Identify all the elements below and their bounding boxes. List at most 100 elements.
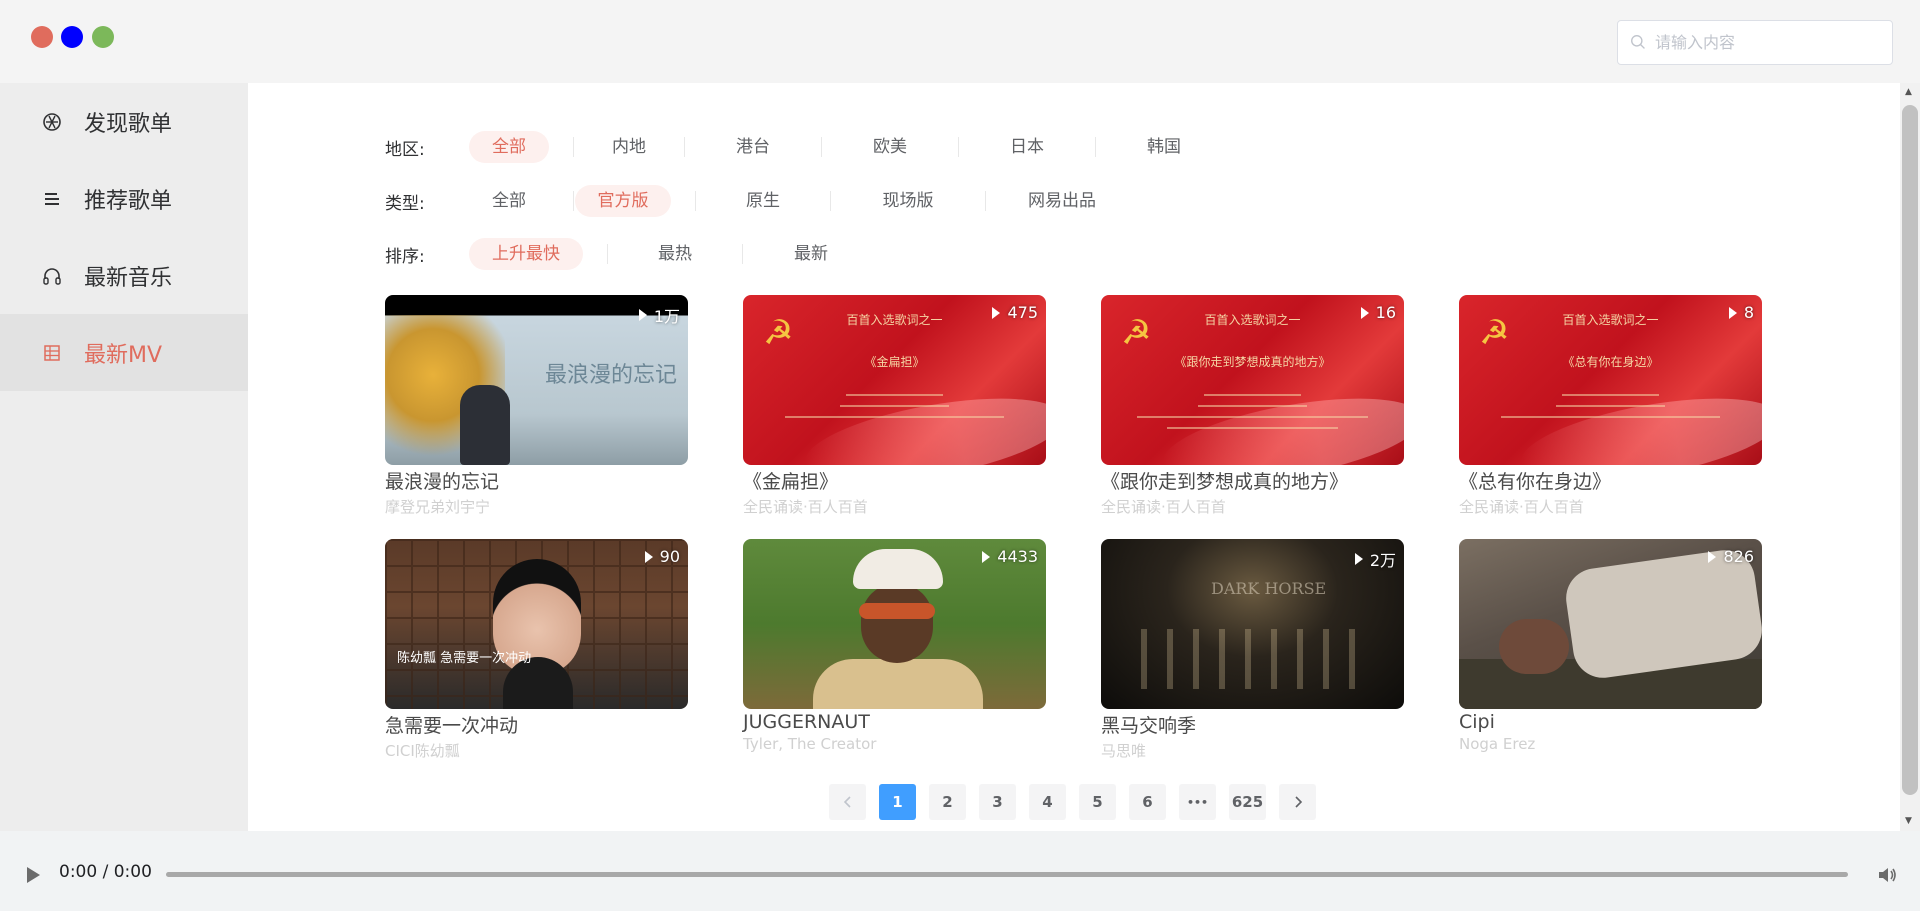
filter-type-option[interactable]: 全部 xyxy=(469,185,549,217)
sidebar-item-new-music[interactable]: 最新音乐 xyxy=(0,237,248,314)
mv-title[interactable]: 《金扁担》 xyxy=(743,467,1046,494)
mv-title[interactable]: Cipi xyxy=(1459,711,1762,733)
mv-card[interactable]: 最浪漫的忘记 1万 最浪漫的忘记 摩登兄弟刘宇宁 xyxy=(385,295,688,517)
filter-area-option[interactable]: 内地 xyxy=(574,131,684,163)
play-icon xyxy=(638,309,647,321)
mv-thumbnail[interactable]: DARK HORSE 2万 xyxy=(1101,539,1404,709)
main-content: 地区: 全部 内地 港台 欧美 日本 韩国 类型: 全部 官方版 原生 现场版 … xyxy=(248,83,1900,831)
volume-icon[interactable] xyxy=(1876,864,1898,886)
search-icon xyxy=(1631,35,1645,49)
mv-title[interactable]: JUGGERNAUT xyxy=(743,711,1046,733)
text-lines xyxy=(773,385,1016,427)
play-count-value: 2万 xyxy=(1369,551,1396,570)
sidebar-item-discover-playlists[interactable]: 发现歌单 xyxy=(0,83,248,160)
mv-title[interactable]: 急需要一次冲动 xyxy=(385,711,688,738)
sidebar-item-new-mv[interactable]: 最新MV xyxy=(0,314,248,391)
play-icon xyxy=(1728,306,1737,319)
filter-order-option[interactable]: 最热 xyxy=(608,238,742,270)
mv-card[interactable]: DARK HORSE 2万 黑马交响季 马思唯 xyxy=(1101,539,1404,761)
filter-type-option[interactable]: 现场版 xyxy=(831,185,985,217)
mv-thumbnail[interactable]: ☭ 百首入选歌词之一 《跟你走到梦想成真的地方》 16 xyxy=(1101,295,1404,465)
search-input[interactable] xyxy=(1655,33,1875,52)
filter-type-option[interactable]: 官方版 xyxy=(575,185,671,217)
next-page-button[interactable] xyxy=(1279,784,1316,820)
scroll-down-icon[interactable]: ▼ xyxy=(1905,816,1912,826)
glasses-shape xyxy=(859,603,935,619)
prev-page-button[interactable] xyxy=(829,784,866,820)
list-icon xyxy=(42,189,62,209)
mv-title[interactable]: 《跟你走到梦想成真的地方》 xyxy=(1101,467,1404,494)
mv-artist[interactable]: Tyler, The Creator xyxy=(743,735,1046,753)
filter-type-option[interactable]: 原生 xyxy=(696,185,830,217)
play-icon xyxy=(1360,306,1369,319)
window-minimize-button[interactable] xyxy=(61,26,83,48)
thumbnail-caption: 陈幼瓢 急需要一次冲动 xyxy=(397,651,532,666)
filter-area-option[interactable]: 港台 xyxy=(685,131,821,163)
mv-artist[interactable]: 全民诵读·百人百首 xyxy=(743,496,1046,517)
window-close-button[interactable] xyxy=(31,26,53,48)
chevron-right-icon xyxy=(1294,796,1302,808)
play-count: 475 xyxy=(992,303,1038,322)
sidebar-item-recommended-playlists[interactable]: 推荐歌单 xyxy=(0,160,248,237)
page-button[interactable]: 5 xyxy=(1079,784,1116,820)
scrollbar[interactable]: ▲ ▼ xyxy=(1900,83,1920,831)
head-shape xyxy=(1499,619,1569,674)
banner-subtitle: 《金扁担》 xyxy=(864,355,925,369)
mv-artist[interactable]: 全民诵读·百人百首 xyxy=(1101,496,1404,517)
scrollbar-thumb[interactable] xyxy=(1902,105,1918,795)
page-button[interactable]: 3 xyxy=(979,784,1016,820)
play-count: 2万 xyxy=(1354,547,1396,571)
mv-title[interactable]: 《总有你在身边》 xyxy=(1459,467,1762,494)
mv-thumbnail[interactable]: ☭ 百首入选歌词之一 《金扁担》 475 xyxy=(743,295,1046,465)
play-icon xyxy=(992,306,1001,319)
mv-thumbnail[interactable]: 最浪漫的忘记 1万 xyxy=(385,295,688,465)
grid-icon xyxy=(42,343,62,363)
filter-area-option[interactable]: 欧美 xyxy=(822,131,958,163)
window-maximize-button[interactable] xyxy=(92,26,114,48)
filter-order-option[interactable]: 最新 xyxy=(743,238,879,270)
mv-card[interactable]: ☭ 百首入选歌词之一 《跟你走到梦想成真的地方》 16 《跟你走到梦想成真的地方… xyxy=(1101,295,1404,517)
search-box[interactable] xyxy=(1617,20,1893,65)
sidebar-item-label: 推荐歌单 xyxy=(84,188,173,214)
mv-thumbnail[interactable]: ☭ 百首入选歌词之一 《总有你在身边》 8 xyxy=(1459,295,1762,465)
play-icon[interactable] xyxy=(27,867,40,883)
last-page-button[interactable]: 625 xyxy=(1229,784,1266,820)
mv-card[interactable]: 4433 JUGGERNAUT Tyler, The Creator xyxy=(743,539,1046,753)
mv-artist[interactable]: 全民诵读·百人百首 xyxy=(1459,496,1762,517)
mv-thumbnail[interactable]: 陈幼瓢 急需要一次冲动 90 xyxy=(385,539,688,709)
page-button[interactable]: 1 xyxy=(879,784,916,820)
play-count: 826 xyxy=(1708,547,1754,566)
page-button[interactable]: 4 xyxy=(1029,784,1066,820)
coat-shape xyxy=(813,659,983,709)
sidebar: 发现歌单 推荐歌单 最新音乐 最新MV xyxy=(0,83,248,831)
mv-thumbnail[interactable]: 826 xyxy=(1459,539,1762,709)
play-count-value: 16 xyxy=(1375,303,1396,322)
mv-card[interactable]: 826 Cipi Noga Erez xyxy=(1459,539,1762,753)
disc-icon xyxy=(42,112,62,132)
divider xyxy=(573,191,574,211)
mv-artist[interactable]: 摩登兄弟刘宇宁 xyxy=(385,496,688,517)
play-count-value: 475 xyxy=(1007,303,1038,322)
filter-area-option[interactable]: 全部 xyxy=(469,131,549,163)
mv-thumbnail[interactable]: 4433 xyxy=(743,539,1046,709)
more-pages-button[interactable]: ••• xyxy=(1179,784,1216,820)
filter-area: 地区: 全部 内地 港台 欧美 日本 韩国 xyxy=(385,131,1232,163)
filter-area-option[interactable]: 韩国 xyxy=(1096,131,1232,163)
mv-title[interactable]: 最浪漫的忘记 xyxy=(385,467,688,494)
mv-artist[interactable]: CICI陈幼瓢 xyxy=(385,740,688,761)
mv-title[interactable]: 黑马交响季 xyxy=(1101,711,1404,738)
mv-card[interactable]: ☭ 百首入选歌词之一 《总有你在身边》 8 《总有你在身边》 全民诵读·百人百首 xyxy=(1459,295,1762,517)
filter-type-option[interactable]: 网易出品 xyxy=(986,185,1138,217)
filter-area-option[interactable]: 日本 xyxy=(959,131,1095,163)
filter-order-option[interactable]: 上升最快 xyxy=(469,238,583,270)
scroll-up-icon[interactable]: ▲ xyxy=(1905,87,1912,97)
progress-slider[interactable] xyxy=(166,872,1848,877)
page-button[interactable]: 6 xyxy=(1129,784,1166,820)
mv-card[interactable]: 陈幼瓢 急需要一次冲动 90 急需要一次冲动 CICI陈幼瓢 xyxy=(385,539,688,761)
page-button[interactable]: 2 xyxy=(929,784,966,820)
mv-artist[interactable]: 马思唯 xyxy=(1101,740,1404,761)
text-lines xyxy=(1131,385,1374,438)
mv-card[interactable]: ☭ 百首入选歌词之一 《金扁担》 475 《金扁担》 全民诵读·百人百首 xyxy=(743,295,1046,517)
play-count-value: 1万 xyxy=(653,307,680,326)
mv-artist[interactable]: Noga Erez xyxy=(1459,735,1762,753)
